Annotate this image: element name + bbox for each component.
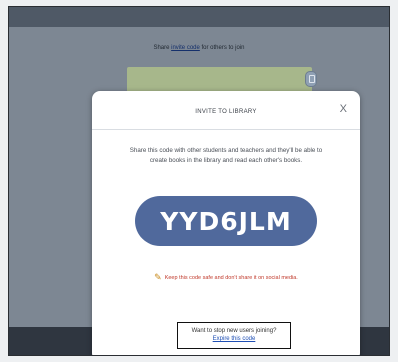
app-frame: Share invite code for others to join INV… xyxy=(8,6,390,356)
modal-description: Share this code with other students and … xyxy=(129,147,323,164)
invite-code-link[interactable]: invite code xyxy=(171,45,200,51)
top-bar xyxy=(9,7,389,27)
share-prefix: Share xyxy=(153,45,170,51)
invite-modal: INVITE TO LIBRARY X Share this code with… xyxy=(92,91,360,355)
invite-code: YYD6JLM xyxy=(160,206,292,236)
pencil-icon: ✎ xyxy=(154,272,162,282)
stop-joining-question: Want to stop new users joining? xyxy=(191,328,277,334)
share-suffix: for others to join xyxy=(201,45,245,51)
background-share-text: Share invite code for others to join xyxy=(9,45,389,51)
safety-warning: ✎ Keep this code safe and don't share it… xyxy=(92,272,360,283)
expire-code-box: Want to stop new users joining? Expire t… xyxy=(177,322,291,349)
modal-title: INVITE TO LIBRARY xyxy=(195,109,257,115)
invite-code-pill: YYD6JLM xyxy=(135,196,317,246)
close-icon[interactable]: X xyxy=(340,104,347,115)
expire-code-link[interactable]: Expire this code xyxy=(178,336,290,342)
modal-divider xyxy=(92,129,360,130)
warning-text: Keep this code safe and don't share it o… xyxy=(164,274,298,281)
copy-icon[interactable] xyxy=(305,71,317,87)
